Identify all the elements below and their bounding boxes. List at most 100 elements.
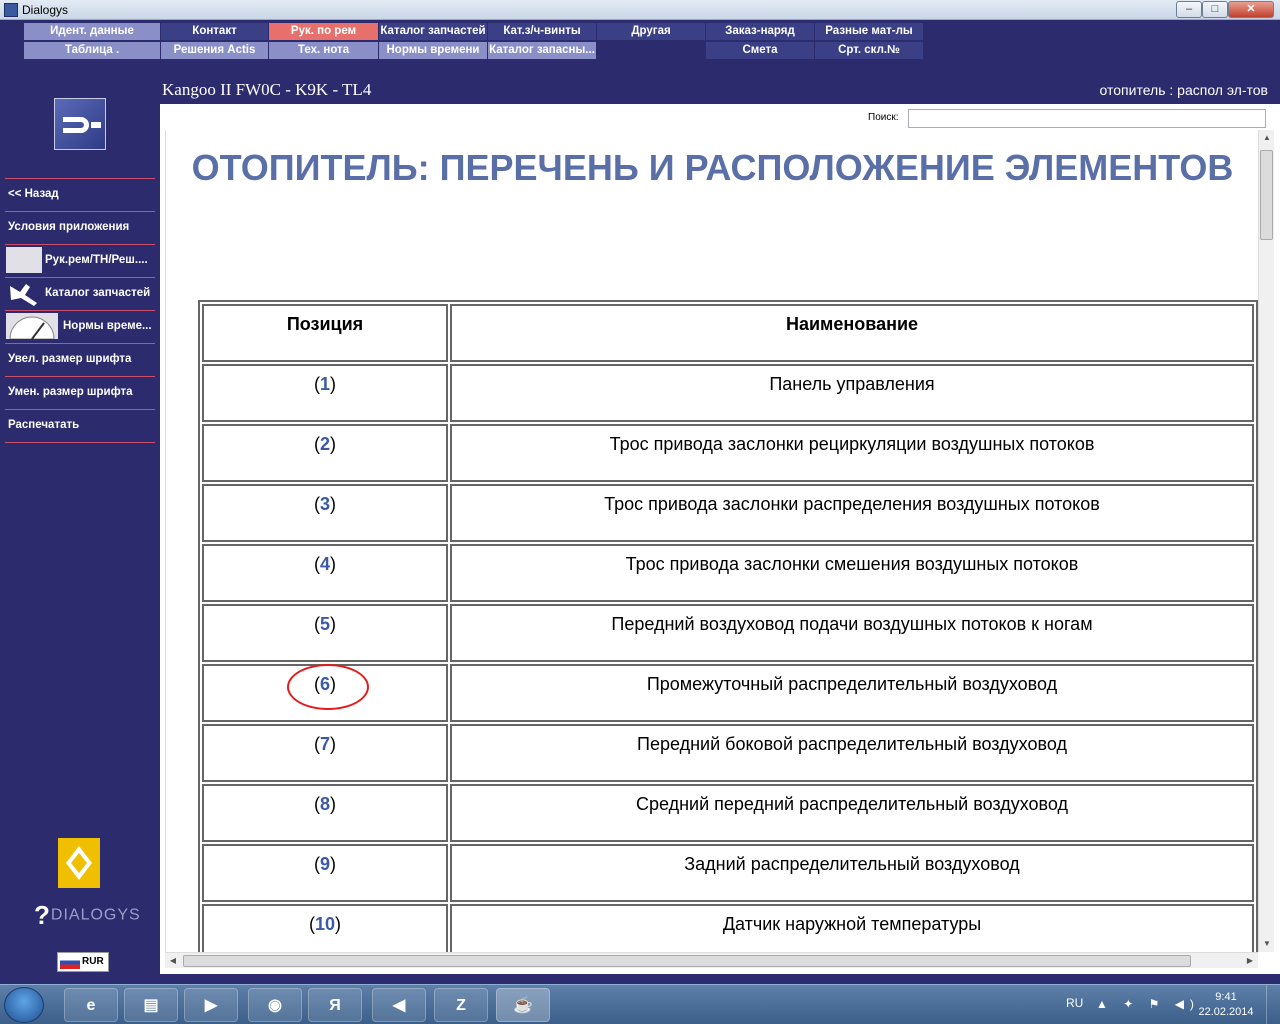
sidebar-item-label: Нормы време... xyxy=(63,320,152,332)
table-row: (7) Передний боковой распределительный во… xyxy=(202,724,1254,782)
position-link[interactable]: 2 xyxy=(320,434,330,454)
position-link[interactable]: 7 xyxy=(320,734,330,754)
menu-ident-data[interactable]: Идент. данные xyxy=(24,23,160,40)
section-title: отопитель : распол эл-тов xyxy=(1099,82,1268,98)
position-cell: (9) xyxy=(202,844,448,902)
sidebar-item-repair-manual[interactable]: Рук.рем/ТН/Реш.... xyxy=(0,244,160,276)
wrench-logo-icon xyxy=(54,98,106,150)
maximize-button[interactable]: □ xyxy=(1202,1,1228,18)
close-button[interactable]: ✕ xyxy=(1228,1,1274,18)
vertical-scrollbar[interactable]: ▲ ▼ xyxy=(1258,130,1274,952)
table-row: (10) Датчик наружной температуры xyxy=(202,904,1254,952)
position-cell: (5) xyxy=(202,604,448,662)
clock[interactable]: 9:41 22.02.2014 xyxy=(1196,990,1256,1020)
part-name-cell: Трос привода заслонки распределения возд… xyxy=(450,484,1254,542)
vehicle-title: Kangoo II FW0C - K9K - TL4 xyxy=(162,80,372,99)
part-name-cell: Передний боковой распределительный возду… xyxy=(450,724,1254,782)
sidebar-item-labour-times[interactable]: Нормы време... xyxy=(0,310,160,342)
menu-estimate[interactable]: Смета xyxy=(706,42,814,59)
show-desktop-button[interactable] xyxy=(1266,985,1280,1024)
sidebar-separator xyxy=(5,442,155,443)
dialogys-brand-text: DIALOGYS xyxy=(50,906,141,924)
highlight-circle-annotation xyxy=(287,664,369,710)
parts-table-body: (1) Панель управления (2) Трос привода засл… xyxy=(202,364,1254,952)
menu-other[interactable]: Другая xyxy=(597,23,705,40)
position-cell: (7) xyxy=(202,724,448,782)
position-link[interactable]: 8 xyxy=(320,794,330,814)
left-sidebar: << Назад Условия приложения Рук.рем/ТН/Р… xyxy=(0,72,160,976)
menu-misc-materials[interactable]: Разные мат-лы xyxy=(815,23,923,40)
horizontal-scroll-thumb[interactable] xyxy=(183,955,1191,967)
menu-tech-note[interactable]: Тех. нота xyxy=(269,42,378,59)
tray-icons[interactable]: ▲ ✦ ⚑ ◀) xyxy=(1096,997,1200,1011)
menu-table[interactable]: Таблица . xyxy=(24,42,160,59)
minimize-button[interactable]: – xyxy=(1176,1,1202,18)
position-link[interactable]: 9 xyxy=(320,854,330,874)
sound-icon[interactable]: ◀ xyxy=(372,988,426,1022)
menu-repair-manual[interactable]: Рук. по рем xyxy=(269,23,378,40)
column-header-name: Наименование xyxy=(450,304,1254,362)
sidebar-item-label: Рук.рем/ТН/Реш.... xyxy=(45,254,148,266)
position-cell: (4) xyxy=(202,544,448,602)
menu-work-order[interactable]: Заказ-наряд xyxy=(706,23,814,40)
position-link[interactable]: 10 xyxy=(315,914,335,934)
table-row: (4) Трос привода заслонки смешения воздуш… xyxy=(202,544,1254,602)
position-link[interactable]: 4 xyxy=(320,554,330,574)
sidebar-item-print[interactable]: Распечатать xyxy=(0,409,160,441)
scroll-left-arrow-icon[interactable]: ◀ xyxy=(165,953,181,969)
language-indicator[interactable]: RU xyxy=(1066,996,1083,1010)
sidebar-item-back[interactable]: << Назад xyxy=(0,178,160,210)
part-name-cell: Задний распределительный воздуховод xyxy=(450,844,1254,902)
position-link[interactable]: 5 xyxy=(320,614,330,634)
menu-actis-solutions[interactable]: Решения Actis xyxy=(161,42,268,59)
sidebar-item-terms[interactable]: Условия приложения xyxy=(0,211,160,243)
part-name-cell: Передний воздуховод подачи воздушных пот… xyxy=(450,604,1254,662)
java-icon[interactable]: ☕ xyxy=(496,988,550,1022)
dialogys-question-icon: ? xyxy=(34,900,51,930)
taskbar: e ▤ ▶ ◉ Я ◀ Z ☕ RU ▲ ✦ ⚑ ◀) 9:41 22.02.2… xyxy=(0,984,1280,1024)
table-header-row: Позиция Наименование xyxy=(202,304,1254,362)
menu-contact[interactable]: Контакт xyxy=(161,23,268,40)
column-header-position: Позиция xyxy=(202,304,448,362)
top-menu: Идент. данные Контакт Рук. по рем Катало… xyxy=(0,20,1280,72)
menu-spares-catalog[interactable]: Каталог запасны... xyxy=(488,42,596,59)
part-name-cell: Промежуточный распределительный воздухов… xyxy=(450,664,1254,722)
parts-catalog-icon xyxy=(6,280,42,306)
sidebar-item-font-increase[interactable]: Увел. размер шрифта xyxy=(0,343,160,375)
z-app-icon[interactable]: Z xyxy=(434,988,488,1022)
position-cell: (3) xyxy=(202,484,448,542)
media-player-icon[interactable]: ▶ xyxy=(184,988,238,1022)
start-button[interactable] xyxy=(4,987,44,1023)
currency-selector[interactable]: RUR xyxy=(57,952,109,972)
position-cell: (1) xyxy=(202,364,448,422)
scroll-up-arrow-icon[interactable]: ▲ xyxy=(1259,130,1275,146)
table-row: (9) Задний распределительный воздуховод xyxy=(202,844,1254,902)
search-label: Поиск: xyxy=(868,112,899,123)
russia-flag-icon xyxy=(60,956,80,969)
scroll-down-arrow-icon[interactable]: ▼ xyxy=(1259,936,1275,952)
renault-logo-icon xyxy=(58,838,100,888)
explorer-icon[interactable]: ▤ xyxy=(124,988,178,1022)
window-titlebar: Dialogys – □ ✕ xyxy=(0,0,1280,20)
clock-time: 9:41 xyxy=(1215,991,1237,1003)
sidebar-item-parts-catalog[interactable]: Каталог запчастей xyxy=(0,277,160,309)
ie-icon[interactable]: e xyxy=(64,988,118,1022)
menu-parts-screws[interactable]: Кат.з/ч-винты xyxy=(488,23,596,40)
chrome-icon[interactable]: ◉ xyxy=(248,988,302,1022)
menu-warehouse[interactable]: Срт. скл.№ xyxy=(815,42,923,59)
scroll-right-arrow-icon[interactable]: ▶ xyxy=(1242,953,1258,969)
yandex-icon[interactable]: Я xyxy=(308,988,362,1022)
position-link[interactable]: 1 xyxy=(320,374,330,394)
document-title: ОТОПИТЕЛЬ: ПЕРЕЧЕНЬ И РАСПОЛОЖЕНИЕ ЭЛЕМЕ… xyxy=(191,147,1234,188)
search-input[interactable] xyxy=(908,109,1266,128)
horizontal-scrollbar[interactable]: ◀ ▶ xyxy=(165,952,1258,968)
part-name-cell: Панель управления xyxy=(450,364,1254,422)
part-name-cell: Средний передний распределительный возду… xyxy=(450,784,1254,842)
menu-parts-catalog[interactable]: Каталог запчастей xyxy=(379,23,487,40)
sidebar-item-font-decrease[interactable]: Умен. размер шрифта xyxy=(0,376,160,408)
app-icon xyxy=(4,3,18,17)
position-link[interactable]: 3 xyxy=(320,494,330,514)
menu-labour-times[interactable]: Нормы времени xyxy=(379,42,487,59)
sidebar-item-label: Каталог запчастей xyxy=(45,287,151,299)
vertical-scroll-thumb[interactable] xyxy=(1260,150,1273,240)
